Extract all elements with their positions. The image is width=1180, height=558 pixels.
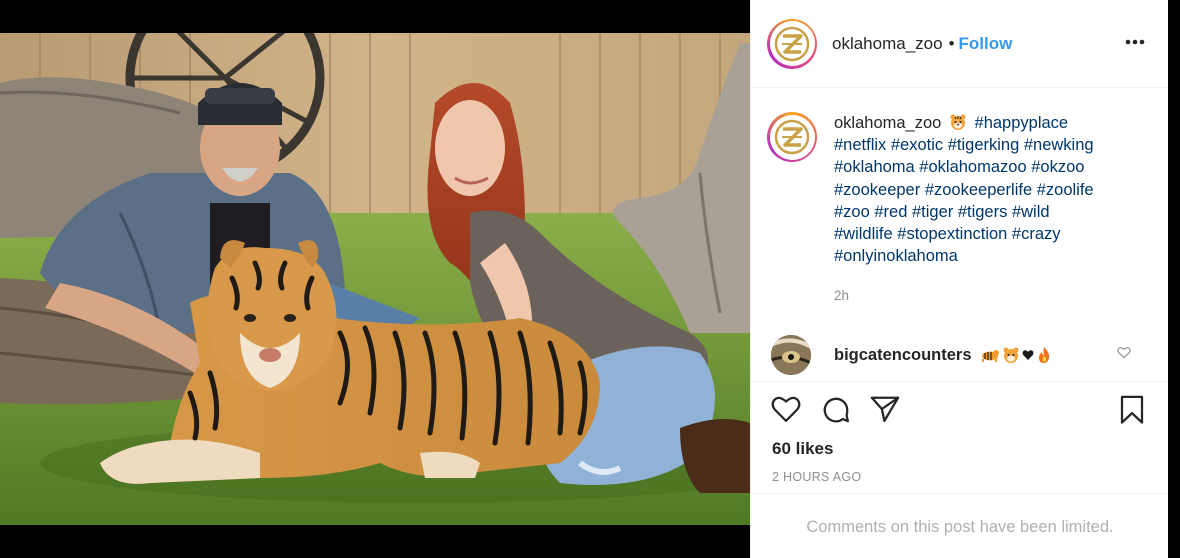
caption-hashtags-line[interactable]: #onlyinoklahoma [834, 247, 958, 265]
caption-hashtags-line[interactable]: #wildlife #stopextinction #crazy [834, 225, 1061, 243]
post-details-panel: oklahoma_zoo • Follow oklahoma_zoo #happ… [750, 0, 1169, 558]
author-username[interactable]: oklahoma_zoo [832, 34, 943, 54]
comment-bubble-icon[interactable] [821, 395, 851, 430]
caption-username[interactable]: oklahoma_zoo [834, 114, 941, 132]
oklahoma-zoo-logo [774, 119, 810, 155]
caption-hashtags-line[interactable]: #happyplace [975, 114, 1069, 132]
comment-row: bigcatencounters [771, 334, 1151, 376]
post-photo[interactable] [0, 33, 750, 525]
more-options-icon[interactable] [1123, 30, 1147, 54]
fire-emoji [1038, 347, 1049, 363]
post-media [0, 0, 750, 558]
paper-plane-icon[interactable] [870, 395, 900, 428]
post-header: oklahoma_zoo • Follow [751, 0, 1169, 88]
separator-dot: • [948, 33, 955, 53]
bookmark-icon[interactable] [1119, 395, 1145, 430]
oklahoma-zoo-logo [774, 26, 810, 61]
caption-block: oklahoma_zoo #happyplace #netflix #exoti… [767, 112, 1157, 267]
black-heart-emoji [1022, 350, 1034, 360]
comments-limited-notice: Comments on this post have been limited. [806, 518, 1114, 536]
commenter-avatar[interactable] [771, 335, 811, 375]
tiger-emoji [981, 350, 999, 362]
caption-timestamp[interactable]: 2h [834, 288, 849, 303]
commenter-username[interactable]: bigcatencounters [834, 346, 972, 365]
caption-hashtags-line[interactable]: #netflix #exotic #tigerking #newking [834, 136, 1094, 154]
post-caption: oklahoma_zoo #happyplace #netflix #exoti… [834, 112, 1134, 267]
heart-outline-icon[interactable] [771, 395, 801, 428]
tiger-face-emoji [949, 113, 967, 131]
comment-emojis [980, 346, 1052, 364]
actions-divider [751, 381, 1169, 382]
comments-divider [751, 493, 1169, 494]
right-gutter [1168, 0, 1180, 558]
caption-hashtags-line[interactable]: #oklahoma #oklahomazoo #okzoo [834, 158, 1084, 176]
small-heart-icon[interactable] [1117, 346, 1131, 364]
likes-count[interactable]: 60 likes [772, 439, 833, 459]
caption-hashtags-line[interactable]: #zookeeper #zookeeperlife #zoolife [834, 181, 1094, 199]
caption-author-avatar[interactable] [767, 112, 817, 162]
post-actions [771, 395, 1151, 429]
caption-hashtags-line[interactable]: #zoo #red #tiger #tigers #wild [834, 203, 1050, 221]
follow-button[interactable]: Follow [959, 34, 1013, 54]
author-avatar[interactable] [767, 18, 817, 69]
tiger-face-emoji [1003, 347, 1019, 363]
post-timestamp[interactable]: 2 HOURS AGO [772, 470, 861, 484]
